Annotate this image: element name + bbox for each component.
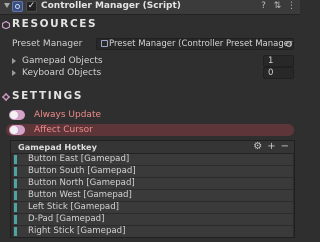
drag-handle[interactable]	[14, 167, 17, 176]
drag-handle[interactable]	[14, 215, 17, 224]
affect-cursor-label: Affect Cursor	[34, 125, 93, 135]
object-picker-icon[interactable]	[286, 41, 292, 47]
component-title: Controller Manager (Script)	[41, 1, 181, 11]
list-header: Gamepad Hotkey ⚙ + −	[11, 141, 294, 154]
expand-arrow-icon[interactable]	[12, 70, 16, 76]
preset-manager-row: Preset Manager Preset Manager (Controlle…	[6, 38, 296, 51]
gamepad-hotkey-list: Gamepad Hotkey ⚙ + − Button East [Gamepa…	[10, 140, 295, 238]
remove-item-button[interactable]: −	[281, 141, 289, 152]
preset-manager-value: Preset Manager (Controller Preset Manage…	[109, 39, 294, 49]
list-item-label: Button West [Gamepad]	[28, 190, 132, 200]
add-item-button[interactable]: +	[267, 141, 275, 152]
always-update-row[interactable]: Always Update	[6, 109, 294, 121]
resources-section-title: RESOURCES	[12, 18, 98, 30]
list-item-label: Button South [Gamepad]	[28, 166, 136, 176]
preset-manager-field[interactable]: Preset Manager (Controller Preset Manage…	[96, 38, 294, 50]
keyboard-objects-count[interactable]: 0	[263, 67, 294, 79]
help-icon[interactable]: ?	[259, 1, 268, 11]
object-icon	[101, 40, 108, 47]
gamepad-objects-label: Gamepad Objects	[22, 56, 103, 66]
list-item[interactable]: Right Stick [Gamepad]	[13, 226, 293, 237]
drag-handle[interactable]	[14, 191, 17, 200]
list-item-label: Button North [Gamepad]	[28, 178, 135, 188]
component-header[interactable]: ✓ Controller Manager (Script) ? ⇅ ⋮	[0, 0, 300, 15]
affect-cursor-row[interactable]: Affect Cursor	[6, 124, 294, 136]
gear-icon[interactable]: ⚙	[253, 141, 262, 152]
enabled-checkbox[interactable]: ✓	[26, 1, 37, 12]
list-item-label: Right Stick [Gamepad]	[28, 226, 126, 236]
affect-cursor-toggle[interactable]	[9, 125, 25, 135]
expand-arrow-icon[interactable]	[12, 58, 16, 64]
resources-icon	[2, 21, 10, 29]
always-update-toggle[interactable]	[9, 110, 25, 120]
gamepad-objects-count[interactable]: 1	[263, 55, 294, 67]
list-item[interactable]: Button North [Gamepad]	[13, 178, 293, 189]
keyboard-objects-label: Keyboard Objects	[22, 68, 102, 78]
list-item-label: Left Stick [Gamepad]	[28, 202, 120, 212]
drag-handle[interactable]	[14, 155, 17, 164]
list-item[interactable]: D-Pad [Gamepad]	[13, 214, 293, 225]
keyboard-objects-row[interactable]: Keyboard Objects 0	[6, 67, 296, 80]
preset-manager-label: Preset Manager	[12, 39, 83, 49]
list-item-label: D-Pad [Gamepad]	[28, 214, 105, 224]
always-update-label: Always Update	[34, 110, 102, 120]
drag-handle[interactable]	[14, 227, 17, 236]
preset-icon[interactable]: ⇅	[273, 1, 282, 11]
drag-handle[interactable]	[14, 179, 17, 188]
gamepad-hotkey-title: Gamepad Hotkey	[18, 142, 97, 152]
list-item[interactable]: Button West [Gamepad]	[13, 190, 293, 201]
list-item[interactable]: Button East [Gamepad]	[13, 154, 293, 165]
drag-handle[interactable]	[14, 203, 17, 212]
collapse-arrow-icon[interactable]	[4, 3, 10, 8]
list-item[interactable]: Left Stick [Gamepad]	[13, 202, 293, 213]
list-item-label: Button East [Gamepad]	[28, 154, 130, 164]
settings-icon	[2, 93, 10, 101]
more-icon[interactable]: ⋮	[287, 1, 296, 11]
settings-section-title: SETTINGS	[12, 90, 83, 102]
list-item[interactable]: Button South [Gamepad]	[13, 166, 293, 177]
script-icon	[12, 1, 23, 12]
